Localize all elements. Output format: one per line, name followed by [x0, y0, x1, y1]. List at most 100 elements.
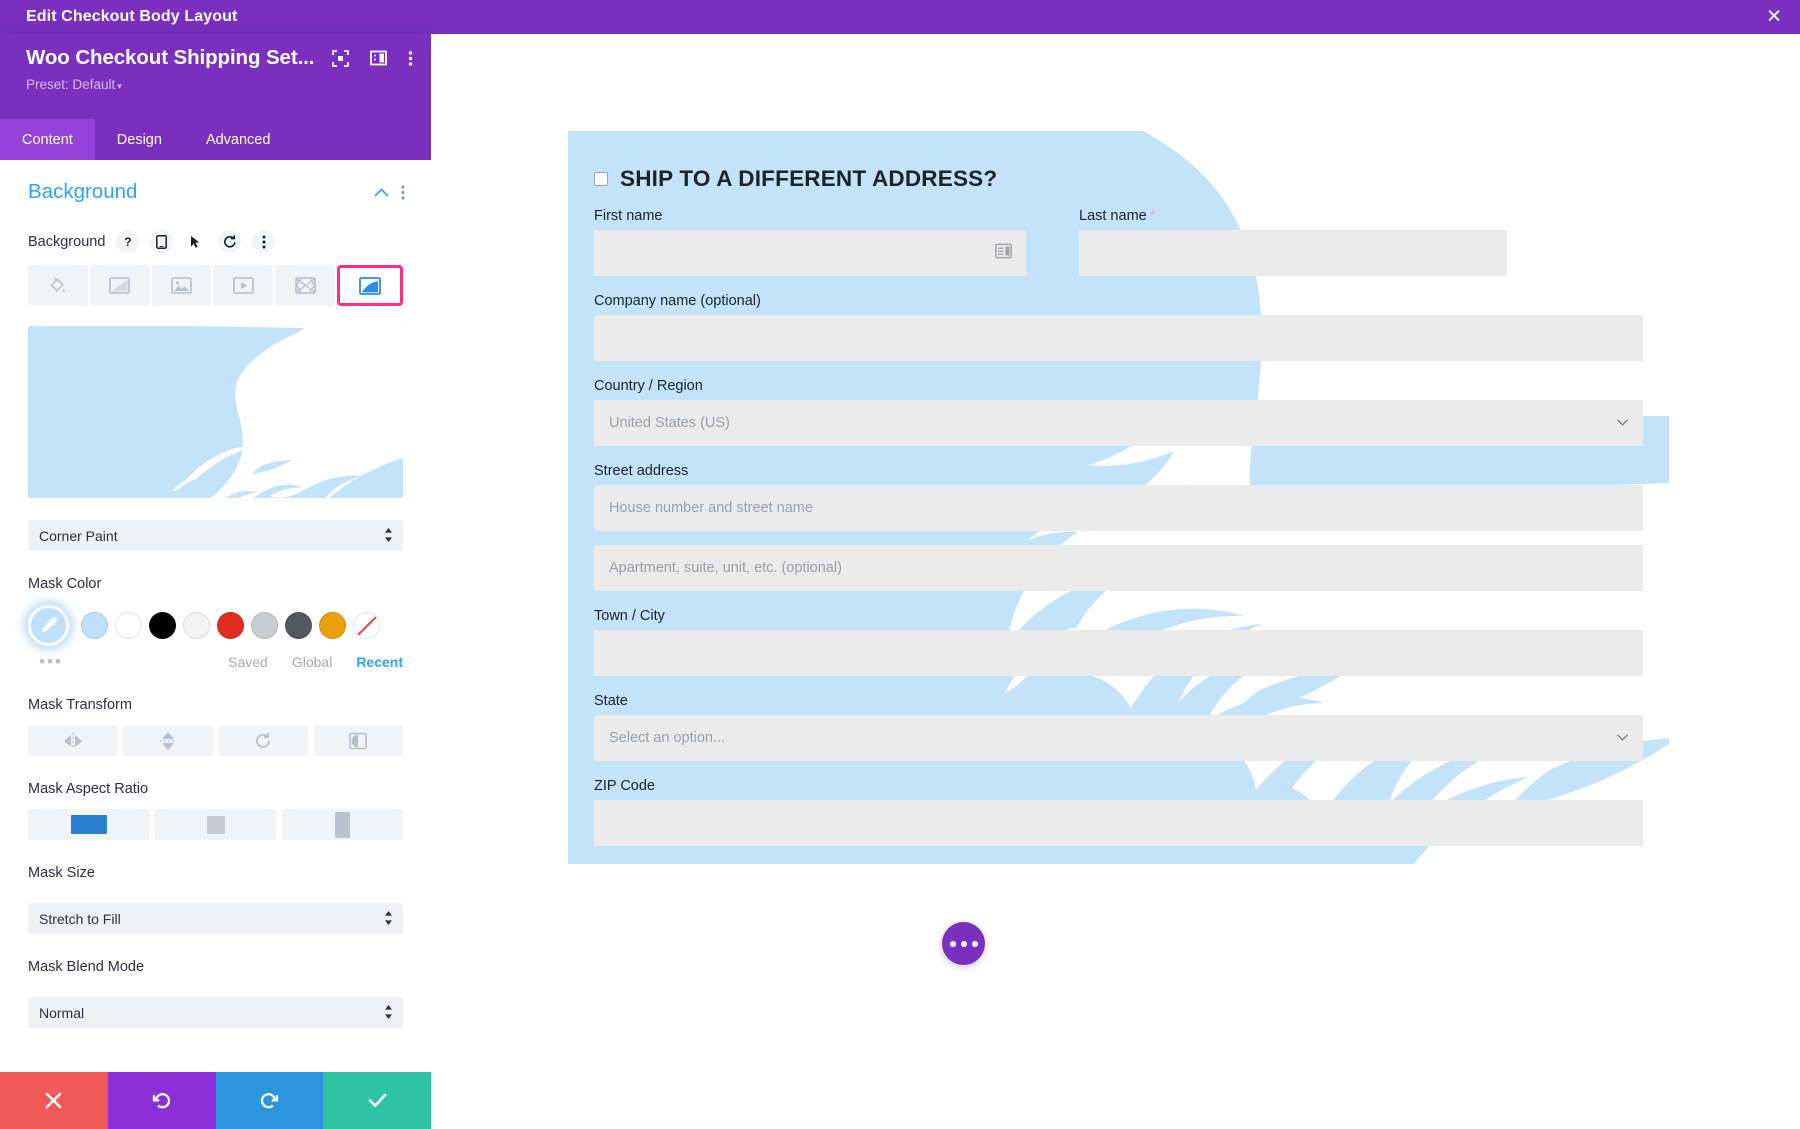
cancel-button[interactable] — [0, 1072, 108, 1129]
swatch-none[interactable] — [353, 612, 380, 639]
mask-color-swatches — [0, 592, 431, 646]
mask-aspect-ratio-options — [0, 797, 431, 840]
swatch-dark-gray[interactable] — [285, 612, 312, 639]
undo-button[interactable] — [107, 1072, 216, 1129]
mask-color-footer: ••• Saved Global Recent — [0, 646, 431, 672]
invert-icon[interactable] — [313, 725, 403, 756]
swatch-red[interactable] — [217, 612, 244, 639]
tab-advanced[interactable]: Advanced — [184, 119, 293, 160]
first-name-label: First name — [594, 208, 663, 224]
section-title: Background — [28, 180, 138, 203]
layout-toggle-icon[interactable] — [370, 50, 388, 66]
background-field-row: Background ? — [0, 204, 431, 253]
town-city-field: Town / City — [594, 608, 1643, 676]
mask-size-select[interactable]: Stretch to Fill — [28, 903, 403, 934]
swatch-light-gray[interactable] — [251, 612, 278, 639]
aspect-portrait-option[interactable] — [282, 809, 403, 840]
aspect-square-option[interactable] — [155, 809, 276, 840]
street-address-label: Street address — [594, 463, 689, 479]
flip-vertical-icon[interactable] — [123, 725, 213, 756]
tab-content[interactable]: Content — [0, 119, 95, 160]
mask-size-value: Stretch to Fill — [39, 910, 121, 927]
country-region-select[interactable]: United States (US) — [594, 400, 1643, 446]
state-select[interactable]: Select an option... — [594, 715, 1643, 761]
swatch-offwhite[interactable] — [183, 612, 210, 639]
checkout-shipping-module: SHIP TO A DIFFERENT ADDRESS? First name — [568, 131, 1669, 864]
color-tab-saved[interactable]: Saved — [228, 654, 268, 670]
background-field-label: Background — [28, 233, 106, 250]
hover-icon[interactable] — [184, 230, 207, 253]
save-button[interactable] — [323, 1072, 431, 1129]
swatch-black[interactable] — [149, 612, 176, 639]
mask-size-label: Mask Size — [28, 865, 95, 881]
rotate-icon[interactable] — [218, 725, 308, 756]
last-name-input[interactable] — [1079, 230, 1507, 276]
background-gradient-icon[interactable] — [89, 265, 150, 306]
mask-blend-mode-select[interactable]: Normal — [28, 997, 403, 1028]
responsive-icon[interactable] — [150, 230, 174, 253]
town-city-input[interactable] — [594, 630, 1643, 676]
chevron-down-icon: ▾ — [117, 81, 122, 91]
address-line2-input[interactable]: Apartment, suite, unit, etc. (optional) — [594, 545, 1643, 591]
last-name-label: Last name * — [1079, 208, 1507, 224]
field-options-kebab-icon[interactable] — [252, 230, 276, 253]
background-video-icon[interactable] — [213, 265, 274, 306]
swatch-amber[interactable] — [319, 612, 346, 639]
ship-different-address-checkbox[interactable] — [594, 172, 608, 186]
chevron-up-icon[interactable] — [374, 187, 389, 197]
first-name-input[interactable] — [594, 230, 1026, 276]
close-icon[interactable]: ✕ — [1766, 8, 1782, 27]
country-region-label: Country / Region — [594, 378, 703, 394]
mask-style-select[interactable]: Corner Paint — [28, 520, 403, 551]
dot-icon — [971, 940, 978, 947]
street-address-placeholder: House number and street name — [609, 500, 813, 516]
background-mask-icon[interactable] — [337, 265, 403, 306]
ship-different-address-row: SHIP TO A DIFFERENT ADDRESS? — [594, 166, 1643, 192]
background-image-icon[interactable] — [151, 265, 212, 306]
address-line2-placeholder: Apartment, suite, unit, etc. (optional) — [609, 560, 842, 576]
kebab-menu-icon[interactable] — [408, 50, 413, 67]
color-tab-recent[interactable]: Recent — [356, 654, 403, 670]
flip-horizontal-icon[interactable] — [28, 725, 118, 756]
mask-aspect-ratio-label: Mask Aspect Ratio — [28, 781, 149, 797]
street-address-input[interactable]: House number and street name — [594, 485, 1643, 531]
help-icon[interactable]: ? — [116, 230, 140, 253]
panel-scroll-area: Background Background ? Corner Paint Mas… — [0, 160, 431, 1072]
town-city-label: Town / City — [594, 608, 665, 624]
state-label: State — [594, 693, 628, 709]
mask-blend-mode-label: Mask Blend Mode — [28, 959, 145, 975]
checkout-form: SHIP TO A DIFFERENT ADDRESS? First name — [568, 131, 1669, 864]
panel-header: Woo Checkout Shipping Set... Preset: Def… — [0, 34, 431, 119]
chevron-down-icon — [1617, 418, 1628, 429]
background-pattern-icon[interactable] — [275, 265, 336, 306]
mask-transform-buttons — [0, 713, 431, 756]
redo-button[interactable] — [215, 1072, 324, 1129]
reset-icon[interactable] — [218, 230, 242, 253]
mask-transform-label: Mask Transform — [28, 697, 132, 713]
country-region-field: Country / Region United States (US) — [594, 378, 1643, 446]
swatch-white[interactable] — [115, 612, 142, 639]
more-colors-icon[interactable]: ••• — [28, 652, 74, 672]
mask-preview — [28, 326, 403, 498]
fullscreen-icon[interactable] — [332, 49, 350, 67]
background-type-selector — [0, 253, 431, 306]
eyedropper-icon[interactable] — [28, 605, 69, 646]
section-options-kebab-icon[interactable] — [401, 184, 405, 200]
company-name-input[interactable] — [594, 315, 1643, 361]
tab-design[interactable]: Design — [95, 119, 184, 160]
panel-footer — [0, 1072, 431, 1129]
background-color-icon[interactable] — [28, 265, 88, 306]
aspect-landscape-option[interactable] — [28, 809, 149, 840]
zip-code-input[interactable] — [594, 800, 1643, 846]
last-name-label-text: Last name — [1079, 208, 1147, 224]
page-settings-button[interactable] — [942, 922, 985, 965]
company-name-field: Company name (optional) — [594, 293, 1643, 361]
swatch-light-blue[interactable] — [81, 612, 108, 639]
preset-selector[interactable]: Preset: Default ▾ — [26, 77, 415, 92]
background-section-header: Background — [0, 160, 431, 204]
mask-preview-art — [28, 326, 403, 498]
address-book-icon[interactable] — [995, 243, 1012, 263]
color-tab-global[interactable]: Global — [292, 654, 332, 670]
last-name-field: Last name * — [1079, 208, 1507, 276]
preset-label: Preset: Default — [26, 77, 116, 92]
